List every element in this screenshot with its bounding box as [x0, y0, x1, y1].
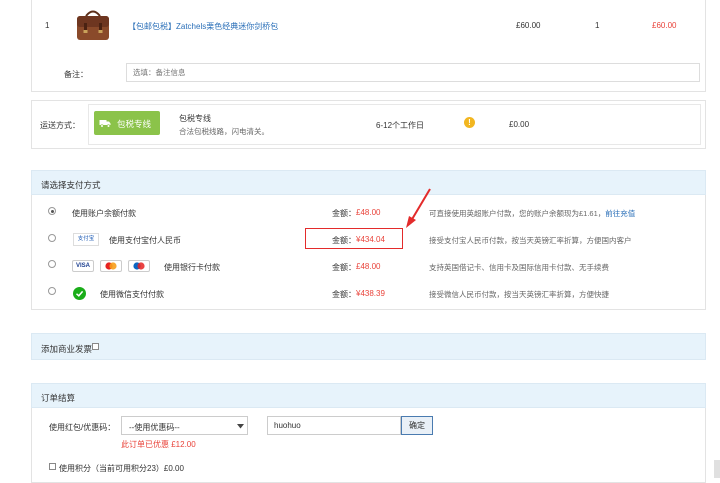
note-card: 支持英国借记卡、信用卡及国际信用卡付款、无手续费: [429, 263, 609, 272]
item-index: 1: [45, 21, 50, 30]
note-balance-text: 可直接使用英超账户付款，您的账户余额现为£1.61，: [429, 209, 606, 218]
product-name-link[interactable]: 【包邮包税】Zatchels栗色经典迷你剑桥包: [128, 21, 278, 32]
payment-section-title: 请选择支付方式: [41, 180, 101, 190]
invoice-label: 添加商业发票: [41, 344, 93, 354]
payment-radio-alipay[interactable]: [48, 234, 56, 242]
chevron-down-icon: [237, 424, 244, 429]
payment-radio-balance[interactable]: [48, 207, 56, 215]
shipping-duration: 6-12个工作日: [376, 121, 425, 130]
remark-label: 备注：: [64, 70, 88, 79]
shipping-name: 包税专线: [179, 114, 211, 123]
visa-text: VISA: [75, 263, 90, 269]
invoice-checkbox[interactable]: [92, 343, 99, 350]
shipping-label: 运送方式：: [40, 121, 80, 130]
amount-label-balance: 金额：: [332, 209, 356, 218]
edge-marker: [714, 460, 720, 478]
checkmark-icon: [76, 290, 84, 297]
amount-label-alipay: 金额：: [332, 236, 356, 245]
alipay-logo-text: 支付宝: [77, 236, 95, 242]
unit-price: £60.00: [516, 21, 541, 30]
coupon-code-input[interactable]: [267, 416, 401, 435]
discount-note: 此订单已优惠 £12.00: [121, 440, 196, 449]
payment-label-balance[interactable]: 使用账户余额付款: [72, 208, 136, 219]
amount-card: £48.00: [356, 262, 381, 271]
shipping-price: £0.00: [509, 120, 530, 129]
shipping-desc: 合法包税线路，闪电清关。: [179, 127, 269, 136]
alipay-logo-icon: 支付宝: [73, 233, 99, 246]
checkout-section-title: 订单结算: [41, 393, 76, 403]
coupon-select-value: --使用优惠码--: [129, 423, 180, 432]
points-label: 使用积分（当前可用积分23）£0.00: [59, 464, 184, 473]
amount-balance: £48.00: [356, 208, 381, 217]
shipping-badge-text: 包税专线: [117, 119, 152, 129]
shipping-badge[interactable]: 包税专线: [94, 111, 160, 135]
annotation-arrow-icon: [406, 188, 431, 228]
payment-label-wechat[interactable]: 使用微信支付付款: [100, 289, 164, 300]
amount-alipay: ¥434.04: [356, 235, 385, 244]
coupon-select[interactable]: --使用优惠码--: [121, 416, 248, 435]
product-image[interactable]: [74, 6, 112, 44]
visa-icon: VISA: [72, 260, 94, 272]
payment-radio-wechat[interactable]: [48, 287, 56, 295]
points-checkbox[interactable]: [49, 463, 56, 470]
note-balance: 可直接使用英超账户付款，您的账户余额现为£1.61，前往充值: [429, 208, 635, 219]
maestro-circles-icon: [133, 262, 145, 270]
remark-input[interactable]: [126, 63, 700, 82]
amount-wechat: ¥438.39: [356, 289, 385, 298]
satchel-bag-icon: [77, 10, 109, 40]
coupon-confirm-button[interactable]: 确定: [401, 416, 433, 435]
amount-label-card: 金额：: [332, 263, 356, 272]
payment-radio-card[interactable]: [48, 260, 56, 268]
payment-label-alipay[interactable]: 使用支付宝付人民币: [109, 235, 181, 246]
payment-section-header: 请选择支付方式: [31, 170, 706, 195]
mastercard-icon: [100, 260, 122, 272]
info-icon[interactable]: !: [464, 117, 475, 128]
note-alipay: 接受支付宝人民币付款，按当天英镑汇率折算，方便国内客户: [429, 236, 632, 245]
amount-label-wechat: 金额：: [332, 290, 356, 299]
payment-label-card[interactable]: 使用银行卡付款: [164, 262, 220, 273]
quantity: 1: [595, 21, 600, 30]
confirm-button-label: 确定: [409, 421, 425, 430]
wechat-pay-icon: [73, 287, 86, 300]
mastercard-circles-icon: [105, 262, 117, 270]
invoice-section: 添加商业发票: [31, 333, 706, 360]
coupon-label: 使用红包/优惠码：: [49, 423, 116, 432]
maestro-icon: [128, 260, 150, 272]
truck-icon: [99, 120, 111, 128]
checkout-section-header: 订单结算: [31, 383, 706, 408]
note-wechat: 接受微信人民币付款，按当天英镑汇率折算，方便快捷: [429, 290, 609, 299]
item-subtotal: £60.00: [652, 21, 677, 30]
recharge-link[interactable]: 前往充值: [605, 209, 635, 218]
